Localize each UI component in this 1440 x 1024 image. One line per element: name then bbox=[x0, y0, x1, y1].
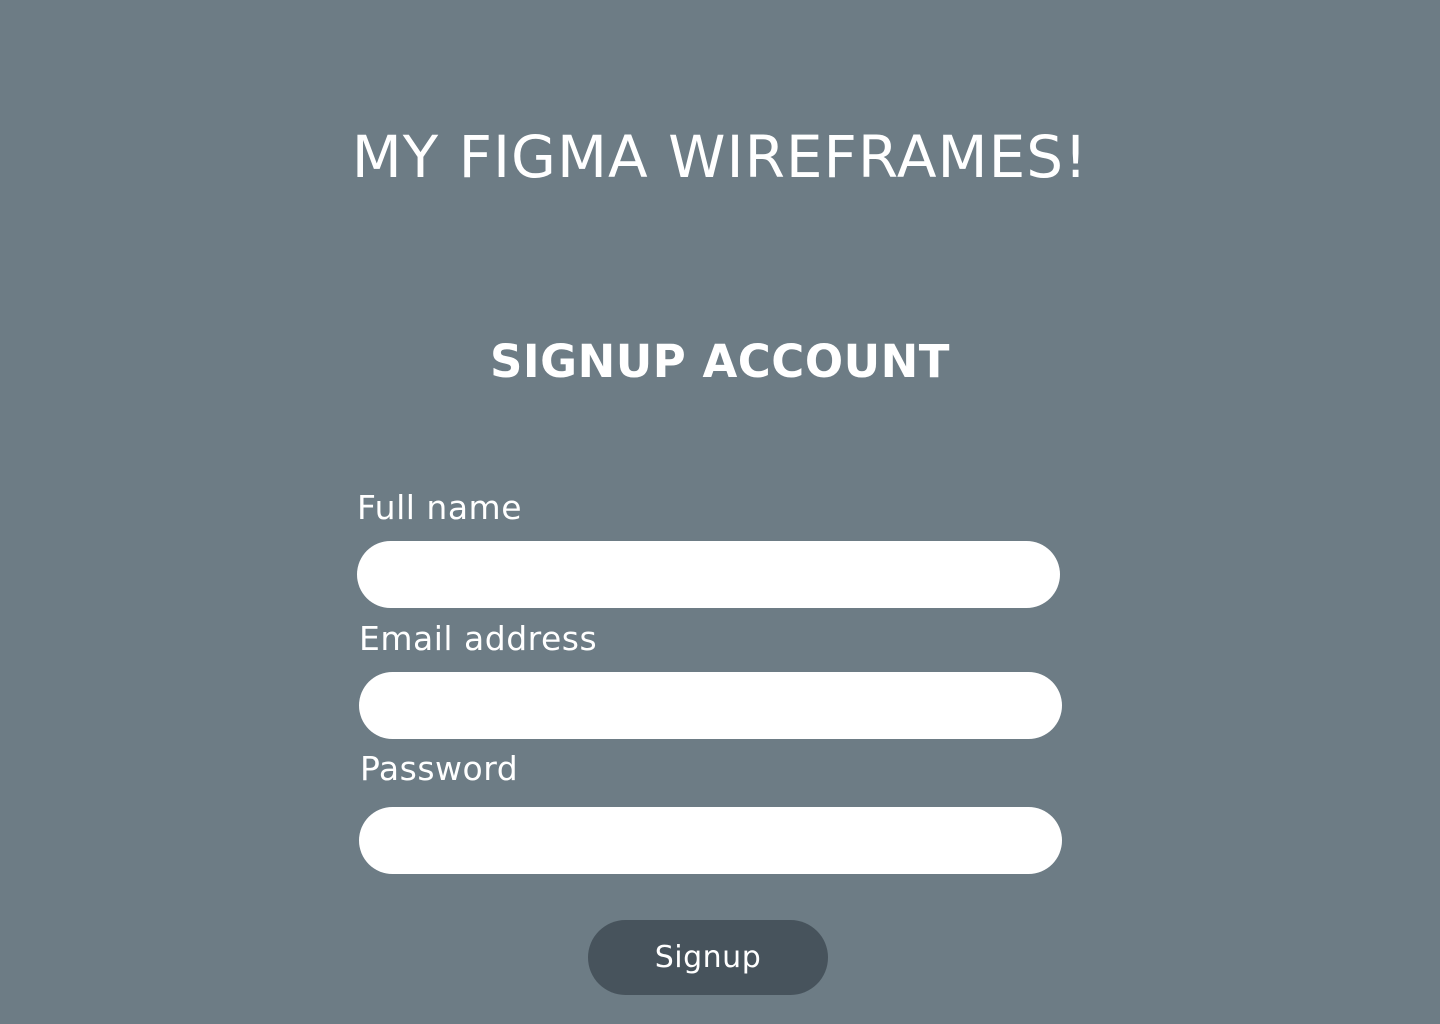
email-address-label: Email address bbox=[359, 619, 598, 658]
full-name-input[interactable] bbox=[357, 541, 1060, 608]
signup-button[interactable]: Signup bbox=[588, 920, 828, 995]
password-label: Password bbox=[360, 749, 519, 788]
page-title: MY FIGMA WIREFRAMES! bbox=[351, 123, 1089, 191]
email-address-input[interactable] bbox=[359, 672, 1062, 739]
password-input[interactable] bbox=[359, 807, 1062, 874]
form-title: SIGNUP ACCOUNT bbox=[490, 335, 950, 388]
full-name-label: Full name bbox=[357, 488, 523, 527]
